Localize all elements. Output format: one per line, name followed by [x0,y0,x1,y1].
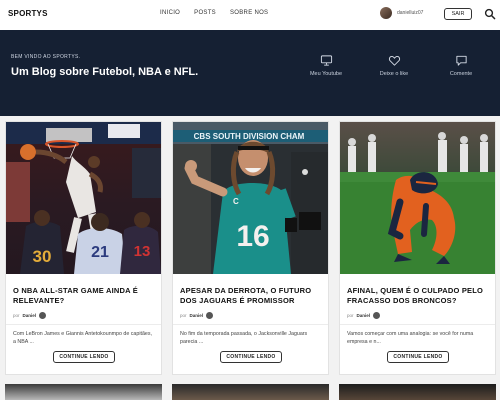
jersey-number-16: 16 [236,220,269,253]
post-title[interactable]: O NBA ALL-STAR GAME AINDA É RELEVANTE? [13,286,155,306]
post-card-partial[interactable] [5,384,162,400]
jersey-number-30: 30 [33,247,52,266]
jersey-number-21: 21 [91,244,109,261]
nav-link-posts[interactable]: POSTS [194,10,216,16]
author-avatar [206,312,214,319]
youtube-label: Meu Youtube [309,71,343,77]
card-divider [6,324,161,325]
hero-banner: BEM VINDO AO SPORTYS. Um Blog sobre Fute… [0,30,500,116]
site-logo[interactable]: SPORTYS [8,9,48,18]
hero-title: Um Blog sobre Futebol, NBA e NFL. [11,66,199,78]
hero-welcome: BEM VINDO AO SPORTYS. [11,54,81,60]
post-image-broncos[interactable] [340,122,495,274]
post-excerpt: Com LeBron James e Giannis Antetokounmpo… [13,331,152,345]
like-label: Deixe o like [379,71,409,77]
comment-icon [455,55,467,66]
top-navbar: SPORTYS INICIO POSTS SOBRE NOS daniellui… [0,0,500,30]
monitor-icon [320,55,332,66]
logout-button[interactable]: SAIR [444,8,472,20]
youtube-link[interactable]: Meu Youtube [301,54,351,77]
heart-icon [388,55,400,66]
author-name: Daniel [22,313,37,318]
card-divider [173,324,328,325]
nav-link-inicio[interactable]: INICIO [160,10,180,16]
author-name: Daniel [356,313,371,318]
author-prefix: por [347,313,354,318]
post-author: por Daniel [13,312,47,319]
comment-link[interactable]: Comente [436,54,486,77]
search-icon[interactable] [484,8,496,20]
post-author: por Daniel [180,312,214,319]
author-prefix: por [13,313,20,318]
author-prefix: por [180,313,187,318]
post-image-nba[interactable]: 30 21 13 [6,122,161,274]
post-card-partial[interactable] [172,384,329,400]
post-card: 30 21 13 O NBA ALL-STAR GAME AINDA É REL… [5,121,162,375]
like-link[interactable]: Deixe o like [369,54,419,77]
captain-patch: C [233,197,239,206]
card-divider [340,324,495,325]
post-excerpt: No fim da temporada passada, o Jacksonvi… [180,331,308,345]
post-author: por Daniel [347,312,381,319]
post-title[interactable]: APESAR DA DERROTA, O FUTURO DOS JAGUARS … [180,286,322,306]
user-avatar[interactable] [380,7,392,19]
main-nav: INICIO POSTS SOBRE NOS [160,10,268,16]
banner-text: CBS SOUTH DIVISION CHAM [194,132,305,141]
continue-reading-button[interactable]: CONTINUE LENDO [387,351,449,363]
continue-reading-button[interactable]: CONTINUE LENDO [53,351,115,363]
user-info: danielluiz07 [380,7,423,19]
author-name: Daniel [189,313,204,318]
jersey-number-13: 13 [134,243,151,260]
author-avatar [373,312,381,319]
comment-label: Comente [449,71,473,77]
post-image-jaguars[interactable]: CBS SOUTH DIVISION CHAM C 16 [173,122,328,274]
continue-reading-button[interactable]: CONTINUE LENDO [220,351,282,363]
post-card: AFINAL, QUEM É O CULPADO PELO FRACASSO D… [339,121,496,375]
post-excerpt: Vamos começar com uma analogia: se você … [347,331,474,345]
post-card: CBS SOUTH DIVISION CHAM C 16 APESAR DA D… [172,121,329,375]
post-title[interactable]: AFINAL, QUEM É O CULPADO PELO FRACASSO D… [347,286,489,306]
username: danielluiz07 [397,10,424,16]
nav-link-sobre[interactable]: SOBRE NOS [230,10,268,16]
author-avatar [39,312,47,319]
post-card-partial[interactable] [339,384,496,400]
